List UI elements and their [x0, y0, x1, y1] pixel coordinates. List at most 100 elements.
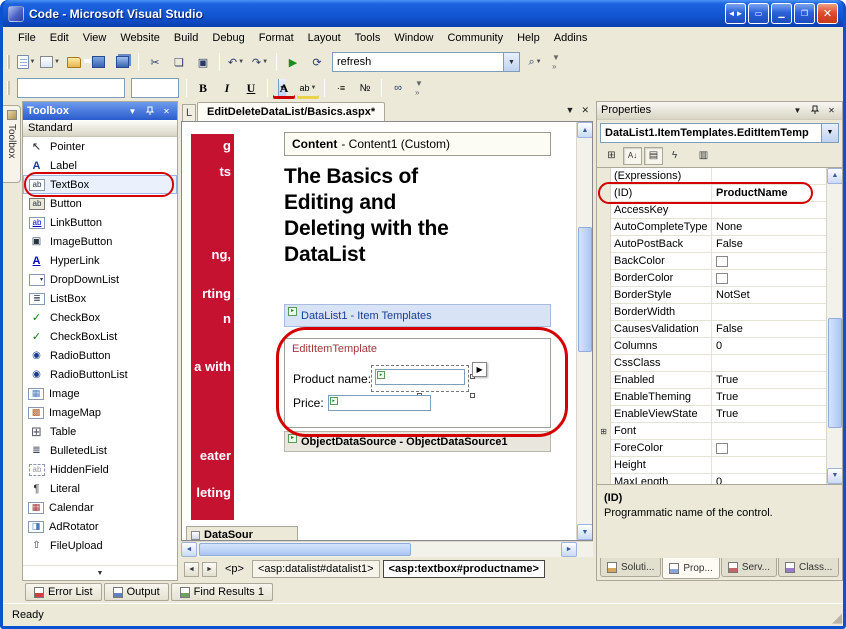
panel-tab-server-explorer[interactable]: Serv...	[721, 558, 777, 577]
menu-item-window[interactable]: Window	[387, 29, 440, 47]
price-textbox[interactable]: ▸	[328, 395, 431, 411]
panel-tab-solution-explorer[interactable]: Soluti...	[600, 558, 661, 577]
grid-scrollbar[interactable]: ▲ ▼	[826, 168, 842, 484]
toolbox-item-checkboxlist[interactable]: ✓CheckBoxList	[23, 327, 177, 346]
menu-item-edit[interactable]: Edit	[43, 29, 76, 47]
toolbox-item-hyperlink[interactable]: AHyperLink	[23, 251, 177, 270]
property-value[interactable]: True	[712, 389, 826, 406]
property-row-enableviewstate[interactable]: EnableViewStateTrue	[597, 406, 826, 423]
property-value[interactable]: ProductName	[712, 185, 826, 202]
property-row-autocompletetype[interactable]: AutoCompleteTypeNone	[597, 219, 826, 236]
toolbox-item-adrotator[interactable]: ◨AdRotator	[23, 517, 177, 536]
property-value[interactable]	[712, 270, 826, 287]
scroll-up-button[interactable]: ▲	[827, 168, 842, 184]
bottom-tab-output[interactable]: Output	[104, 583, 169, 601]
property-value[interactable]: 0	[712, 474, 826, 485]
bottom-tab-error-list[interactable]: Error List	[25, 583, 102, 601]
hyperlink-button[interactable]: ∞	[387, 77, 409, 99]
scroll-down-button[interactable]: ▼	[827, 468, 842, 484]
find-in-files-button[interactable]: ⌕▼	[524, 51, 546, 73]
undo-button[interactable]: ↶▼	[225, 51, 247, 73]
toolbox-item-imagemap[interactable]: ▩ImageMap	[23, 403, 177, 422]
paste-button[interactable]: ▣	[192, 51, 214, 73]
scroll-right-button[interactable]: ►	[561, 542, 577, 557]
document-tab-active[interactable]: EditDeleteDataList/Basics.aspx*	[197, 102, 385, 121]
cut-button[interactable]: ✂	[144, 51, 166, 73]
open-file-button[interactable]	[63, 51, 85, 73]
add-item-button[interactable]: ▼	[39, 51, 61, 73]
property-row-height[interactable]: Height	[597, 457, 826, 474]
property-row-cssclass[interactable]: CssClass	[597, 355, 826, 372]
document-list-icon[interactable]: ▼	[566, 105, 575, 116]
close-document-icon[interactable]: ✕	[581, 105, 589, 116]
design-surface[interactable]: gtsng,rtingna witheaterleting Content - …	[181, 121, 593, 541]
property-row-accesskey[interactable]: AccessKey	[597, 202, 826, 219]
clipped-control-bar[interactable]: DataSour	[186, 526, 298, 541]
property-row-bordercolor[interactable]: BorderColor	[597, 270, 826, 287]
property-value[interactable]	[712, 202, 826, 219]
expand-icon[interactable]: ⊞	[597, 423, 611, 440]
property-value[interactable]: 0	[712, 338, 826, 355]
toolbar-grip[interactable]	[7, 55, 10, 69]
selected-control-adorner[interactable]: ▸ ▶	[375, 369, 465, 388]
property-row-enabletheming[interactable]: EnableThemingTrue	[597, 389, 826, 406]
tag-nav-forward-button[interactable]: ►	[202, 562, 217, 577]
toolbox-scroll-down-button[interactable]: ▼	[23, 565, 177, 580]
property-value[interactable]	[712, 457, 826, 474]
toolbox-item-table[interactable]: ⊞Table	[23, 422, 177, 441]
property-value[interactable]	[712, 168, 826, 185]
menu-item-format[interactable]: Format	[252, 29, 301, 47]
tag-nav-back-button[interactable]: ◄	[184, 562, 199, 577]
bulleted-list-button[interactable]: ·≡	[330, 77, 352, 99]
pin-icon[interactable]	[143, 105, 156, 118]
property-row-causesvalidation[interactable]: CausesValidationFalse	[597, 321, 826, 338]
toolbox-item-image[interactable]: ▦Image	[23, 384, 177, 403]
toolbox-item-linkbutton[interactable]: abLinkButton	[23, 213, 177, 232]
toolbox-item-fileupload[interactable]: ⇧FileUpload	[23, 536, 177, 555]
minimize-button[interactable]: ▁	[771, 3, 792, 24]
toolbar-grip[interactable]	[7, 81, 10, 95]
menu-item-view[interactable]: View	[76, 29, 114, 47]
property-value[interactable]	[712, 304, 826, 321]
properties-view-icon[interactable]: ▤	[644, 147, 663, 165]
tag-textbox[interactable]: <asp:textbox#productname>	[383, 560, 545, 578]
product-name-textbox[interactable]: ▸	[375, 369, 465, 385]
redo-button[interactable]: ↷▼	[249, 51, 271, 73]
close-button[interactable]: ✕	[817, 3, 838, 24]
toolbox-item-dropdownlist[interactable]: ▾DropDownList	[23, 270, 177, 289]
scrollbar-thumb[interactable]	[199, 543, 411, 556]
objectdatasource-bar[interactable]: ▸ ObjectDataSource - ObjectDataSource1	[284, 431, 551, 452]
property-row-autopostback[interactable]: AutoPostBackFalse	[597, 236, 826, 253]
document-tab-partial[interactable]: L	[182, 104, 196, 121]
dock-left-right-button[interactable]: ◄►	[725, 3, 746, 24]
editor-vertical-scrollbar[interactable]: ▲ ▼	[576, 122, 592, 540]
property-row-borderstyle[interactable]: BorderStyleNotSet	[597, 287, 826, 304]
property-value[interactable]: True	[712, 372, 826, 389]
resize-grip[interactable]: ◢	[828, 611, 842, 625]
combo-dropdown-button[interactable]: ▼	[503, 53, 519, 71]
resize-handle[interactable]	[470, 393, 475, 398]
font-color-button[interactable]: A	[273, 77, 295, 99]
property-value[interactable]: False	[712, 236, 826, 253]
toolbox-titlebar[interactable]: Toolbox ▼ ✕	[23, 102, 177, 120]
maximize-button[interactable]: ❐	[794, 3, 815, 24]
content-placeholder-header[interactable]: Content - Content1 (Custom)	[284, 132, 551, 156]
property-row-borderwidth[interactable]: BorderWidth	[597, 304, 826, 321]
toolbar-overflow-button[interactable]: ▼»	[415, 79, 423, 97]
property-value[interactable]	[712, 423, 826, 440]
toolbox-item-hiddenfield[interactable]: abHiddenField	[23, 460, 177, 479]
property-value[interactable]: True	[712, 406, 826, 423]
scroll-down-button[interactable]: ▼	[577, 524, 593, 540]
italic-button[interactable]: I	[216, 77, 238, 99]
scroll-left-button[interactable]: ◄	[181, 542, 197, 557]
close-icon[interactable]: ✕	[160, 105, 173, 118]
menu-item-debug[interactable]: Debug	[205, 29, 251, 47]
property-row-font[interactable]: ⊞Font	[597, 423, 826, 440]
panel-tab-properties[interactable]: Prop...	[662, 558, 719, 579]
toolbar-combobox-input[interactable]	[333, 56, 503, 68]
toolbox-item-calendar[interactable]: ▦Calendar	[23, 498, 177, 517]
refresh-browser-button[interactable]: ⟳	[306, 51, 328, 73]
menu-item-layout[interactable]: Layout	[301, 29, 348, 47]
titlebar[interactable]: Code - Microsoft Visual Studio ◄► ▭ ▁ ❐ …	[3, 0, 843, 27]
bold-button[interactable]: B	[192, 77, 214, 99]
